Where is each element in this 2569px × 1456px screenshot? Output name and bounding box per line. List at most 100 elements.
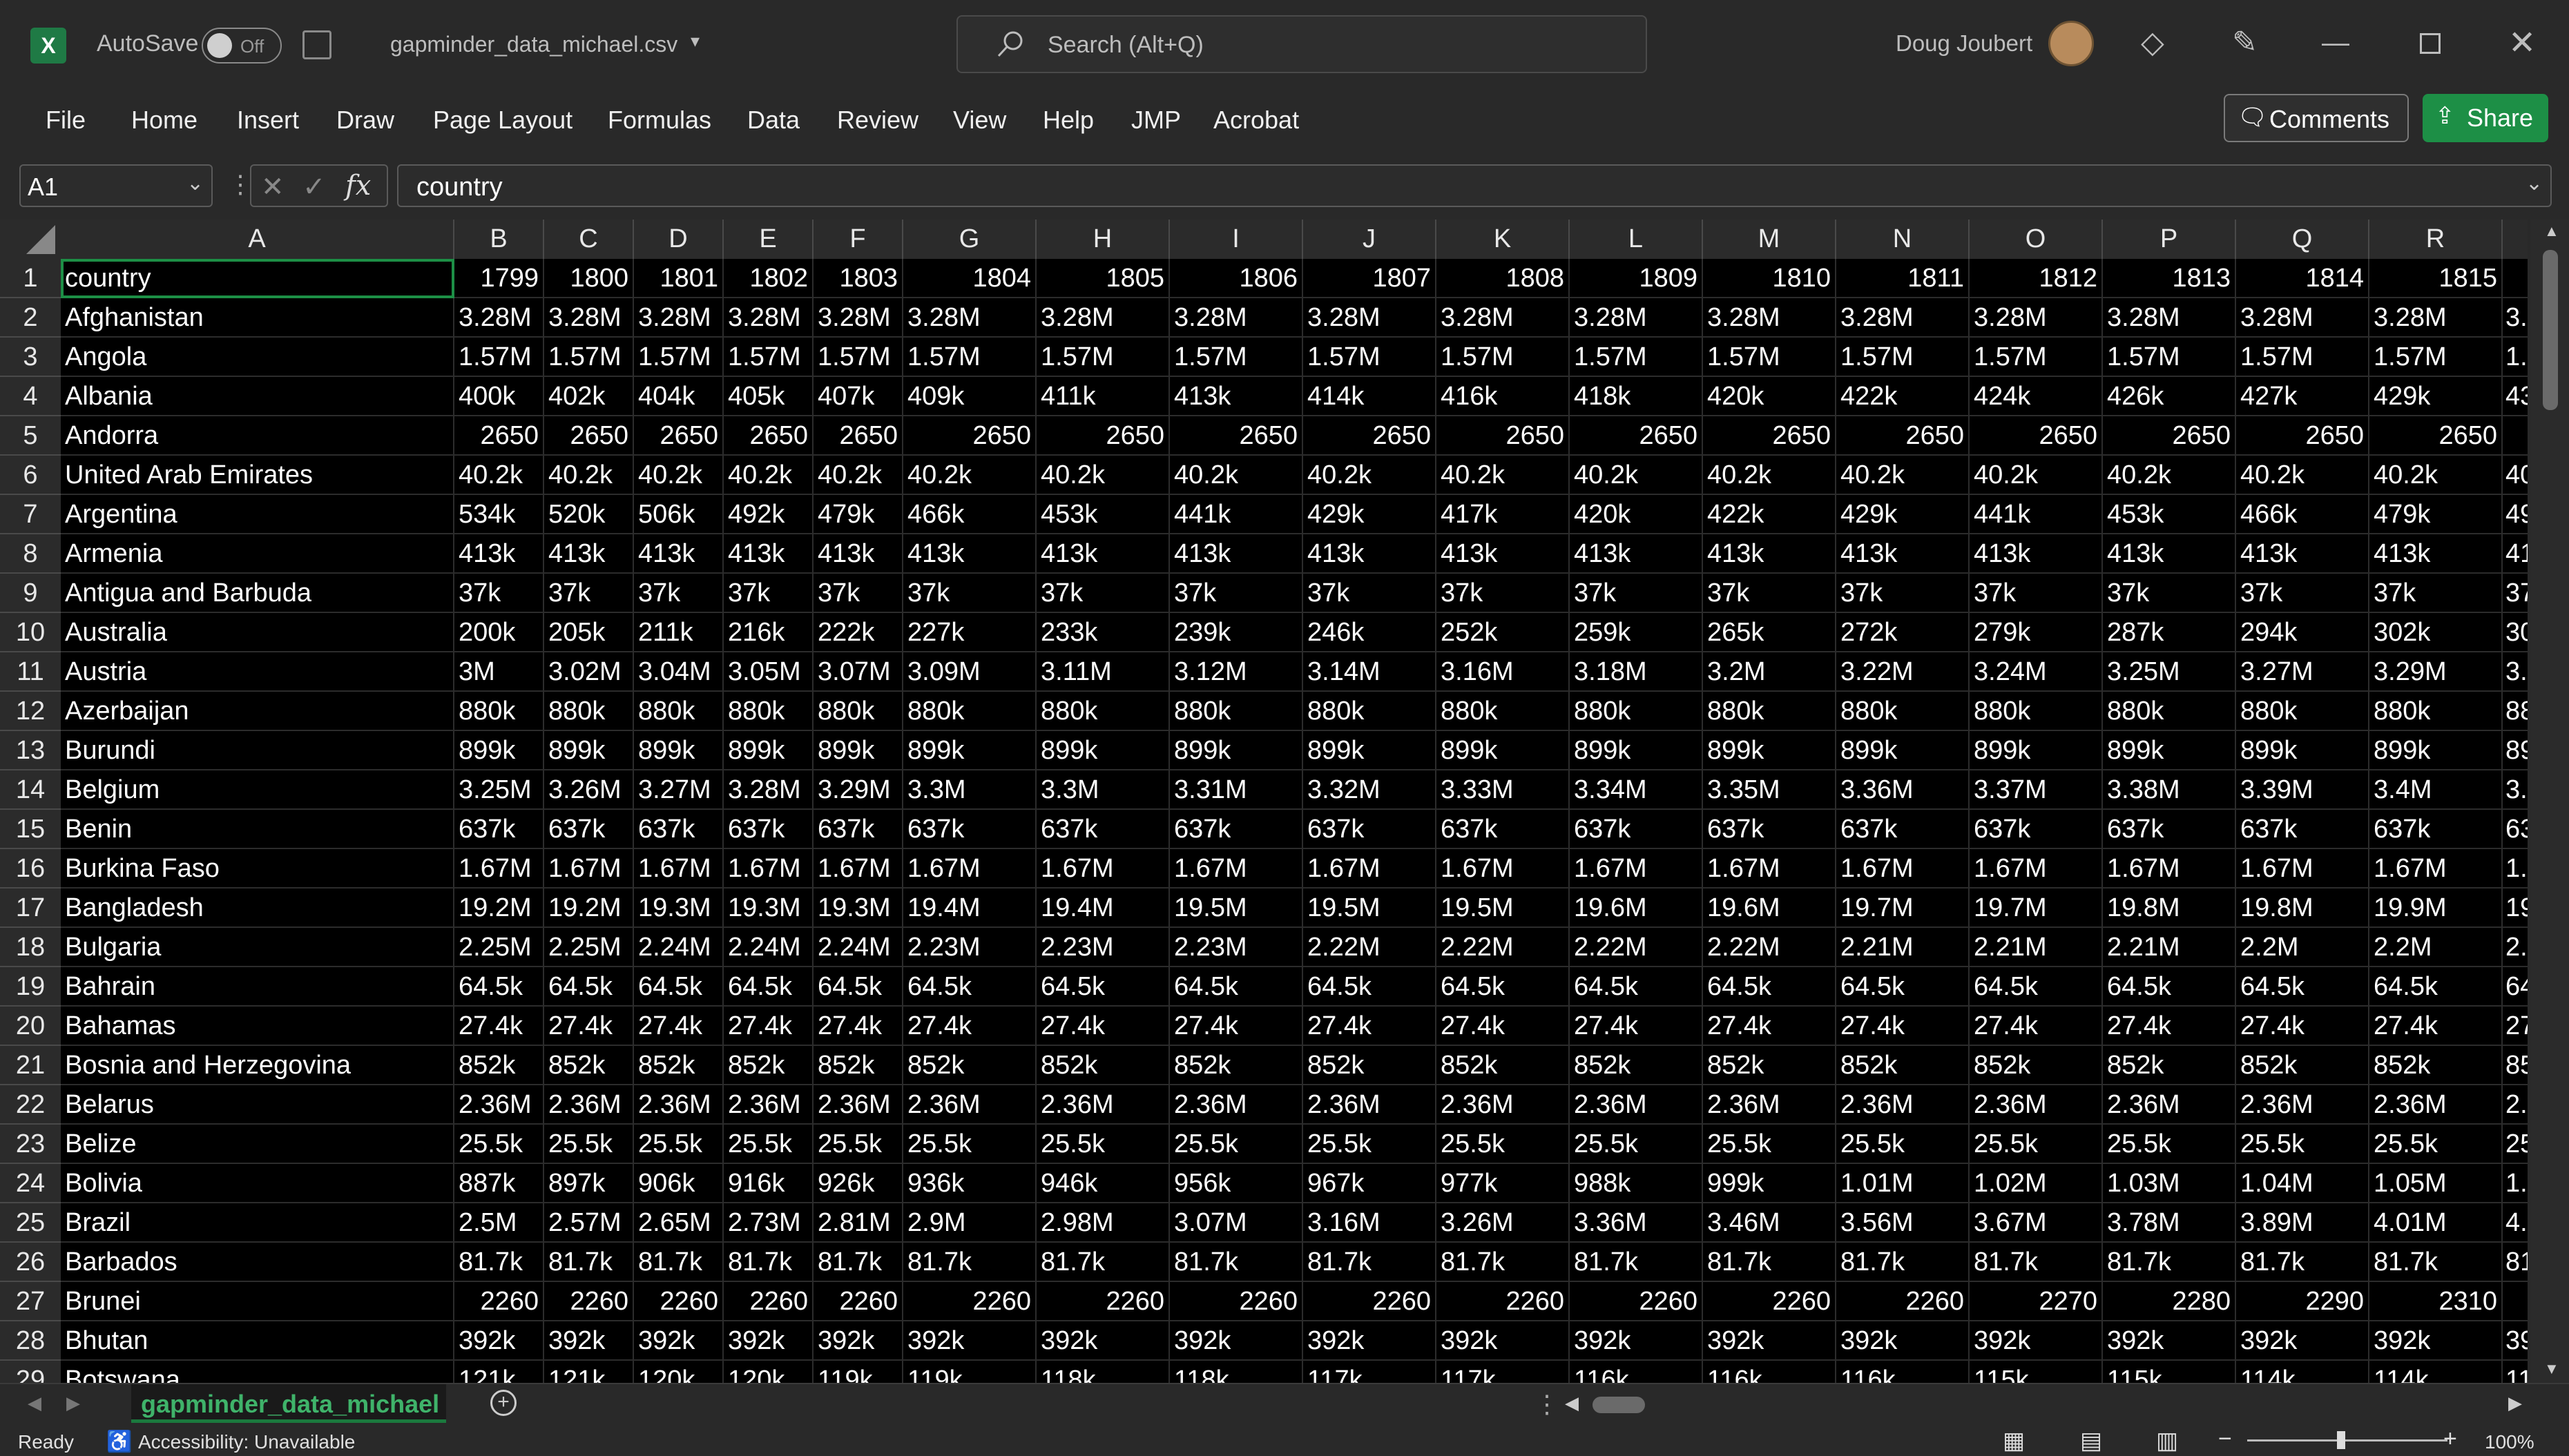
population-cell[interactable]: 19.3M: [634, 889, 724, 928]
population-cell-partial[interactable]: 63: [2503, 810, 2528, 849]
population-cell[interactable]: 81.7k: [1970, 1243, 2103, 1282]
tab-insert[interactable]: Insert: [237, 106, 299, 135]
zoom-in-icon[interactable]: +: [2443, 1426, 2457, 1453]
population-cell[interactable]: 27.4k: [1570, 1007, 1703, 1046]
scroll-right-icon[interactable]: ▶: [2508, 1392, 2522, 1414]
population-cell[interactable]: 115k: [1970, 1361, 2103, 1383]
population-cell[interactable]: 81.7k: [2103, 1243, 2236, 1282]
population-cell[interactable]: 1.67M: [1570, 849, 1703, 889]
population-cell[interactable]: 2.9M: [903, 1203, 1037, 1243]
column-header-g[interactable]: G: [903, 220, 1037, 259]
population-cell-partial[interactable]: 88: [2503, 692, 2528, 731]
population-cell[interactable]: 2290: [2236, 1282, 2369, 1321]
population-cell[interactable]: 3.29M: [814, 770, 903, 810]
save-icon[interactable]: [302, 30, 331, 59]
population-cell[interactable]: 40.2k: [1703, 456, 1836, 495]
population-cell[interactable]: 40.2k: [724, 456, 814, 495]
country-cell[interactable]: Azerbaijan: [61, 692, 454, 731]
sheet-tab-active[interactable]: gapminder_data_michael: [131, 1384, 446, 1423]
population-cell[interactable]: 899k: [454, 731, 544, 770]
population-cell[interactable]: 392k: [1170, 1321, 1303, 1361]
function-icon[interactable]: fx: [345, 170, 371, 202]
population-cell[interactable]: 25.5k: [1436, 1125, 1570, 1164]
population-cell[interactable]: 2.5M: [454, 1203, 544, 1243]
population-cell[interactable]: 3.04M: [634, 652, 724, 692]
population-cell[interactable]: 1.04M: [2236, 1164, 2369, 1203]
population-cell[interactable]: 25.5k: [544, 1125, 634, 1164]
population-cell[interactable]: 64.5k: [2236, 967, 2369, 1007]
population-cell[interactable]: 2.36M: [903, 1085, 1037, 1125]
population-cell[interactable]: 637k: [1303, 810, 1436, 849]
population-cell[interactable]: 441k: [1170, 495, 1303, 534]
page-break-view-icon[interactable]: ▥: [2156, 1427, 2178, 1455]
population-cell[interactable]: 265k: [1703, 613, 1836, 652]
population-cell[interactable]: 37k: [634, 574, 724, 613]
population-cell[interactable]: 637k: [2369, 810, 2503, 849]
population-cell[interactable]: 852k: [724, 1046, 814, 1085]
population-cell[interactable]: 37k: [1170, 574, 1303, 613]
population-cell[interactable]: 2.73M: [724, 1203, 814, 1243]
population-cell[interactable]: 479k: [2369, 495, 2503, 534]
column-header-a[interactable]: A: [61, 220, 454, 259]
population-cell[interactable]: 637k: [1836, 810, 1970, 849]
population-cell-partial[interactable]: 25: [2503, 1125, 2528, 1164]
population-cell[interactable]: 1802: [724, 259, 814, 298]
population-cell[interactable]: 40.2k: [814, 456, 903, 495]
population-cell[interactable]: 37k: [454, 574, 544, 613]
population-cell[interactable]: 40.2k: [903, 456, 1037, 495]
population-cell-partial[interactable]: 4.1: [2503, 1203, 2528, 1243]
population-cell[interactable]: 899k: [2236, 731, 2369, 770]
population-cell[interactable]: 2260: [1037, 1282, 1170, 1321]
population-cell[interactable]: 3.28M: [724, 770, 814, 810]
prev-sheet-icon[interactable]: ◀: [28, 1392, 41, 1414]
population-cell[interactable]: 25.5k: [1037, 1125, 1170, 1164]
population-cell[interactable]: 392k: [2369, 1321, 2503, 1361]
population-cell[interactable]: 852k: [1303, 1046, 1436, 1085]
population-cell[interactable]: 466k: [903, 495, 1037, 534]
population-cell[interactable]: 25.5k: [1970, 1125, 2103, 1164]
population-cell[interactable]: 81.7k: [634, 1243, 724, 1282]
population-cell[interactable]: 205k: [544, 613, 634, 652]
population-cell[interactable]: 392k: [544, 1321, 634, 1361]
population-cell[interactable]: 4.01M: [2369, 1203, 2503, 1243]
population-cell[interactable]: 899k: [544, 731, 634, 770]
population-cell-partial[interactable]: 1.5: [2503, 338, 2528, 377]
population-cell[interactable]: 37k: [1436, 574, 1570, 613]
column-header-b[interactable]: B: [454, 220, 544, 259]
population-cell[interactable]: 413k: [1436, 534, 1570, 574]
population-cell[interactable]: 405k: [724, 377, 814, 416]
population-cell[interactable]: 19.7M: [1970, 889, 2103, 928]
population-cell[interactable]: 427k: [2236, 377, 2369, 416]
population-cell[interactable]: 880k: [724, 692, 814, 731]
population-cell[interactable]: 25.5k: [1703, 1125, 1836, 1164]
population-cell-partial[interactable]: 2.3: [2503, 1085, 2528, 1125]
population-cell[interactable]: 880k: [1170, 692, 1303, 731]
population-cell[interactable]: 37k: [2103, 574, 2236, 613]
population-cell[interactable]: 392k: [1436, 1321, 1570, 1361]
population-cell[interactable]: 3.3M: [903, 770, 1037, 810]
population-cell[interactable]: 3.29M: [2369, 652, 2503, 692]
population-cell[interactable]: 27.4k: [903, 1007, 1037, 1046]
population-cell[interactable]: 81.7k: [1436, 1243, 1570, 1282]
population-cell[interactable]: 926k: [814, 1164, 903, 1203]
tab-draw[interactable]: Draw: [336, 106, 394, 135]
population-cell[interactable]: 2.24M: [724, 928, 814, 967]
population-cell[interactable]: 3.28M: [814, 298, 903, 338]
country-cell[interactable]: Barbados: [61, 1243, 454, 1282]
population-cell[interactable]: 1.57M: [1970, 338, 2103, 377]
population-cell[interactable]: 852k: [1703, 1046, 1836, 1085]
population-cell[interactable]: 64.5k: [1836, 967, 1970, 1007]
population-cell[interactable]: 3.28M: [2103, 298, 2236, 338]
population-cell[interactable]: 3.28M: [544, 298, 634, 338]
country-cell[interactable]: Bosnia and Herzegovina: [61, 1046, 454, 1085]
cancel-icon[interactable]: ✕: [261, 171, 285, 203]
population-cell[interactable]: 3.67M: [1970, 1203, 2103, 1243]
population-cell[interactable]: 64.5k: [1703, 967, 1836, 1007]
population-cell[interactable]: 2.98M: [1037, 1203, 1170, 1243]
population-cell[interactable]: 37k: [1970, 574, 2103, 613]
row-header[interactable]: 11: [0, 652, 61, 692]
comments-button[interactable]: 🗨 Comments: [2224, 94, 2409, 142]
row-header[interactable]: 5: [0, 416, 61, 456]
population-cell[interactable]: 25.5k: [1836, 1125, 1970, 1164]
population-cell[interactable]: 2260: [1703, 1282, 1836, 1321]
